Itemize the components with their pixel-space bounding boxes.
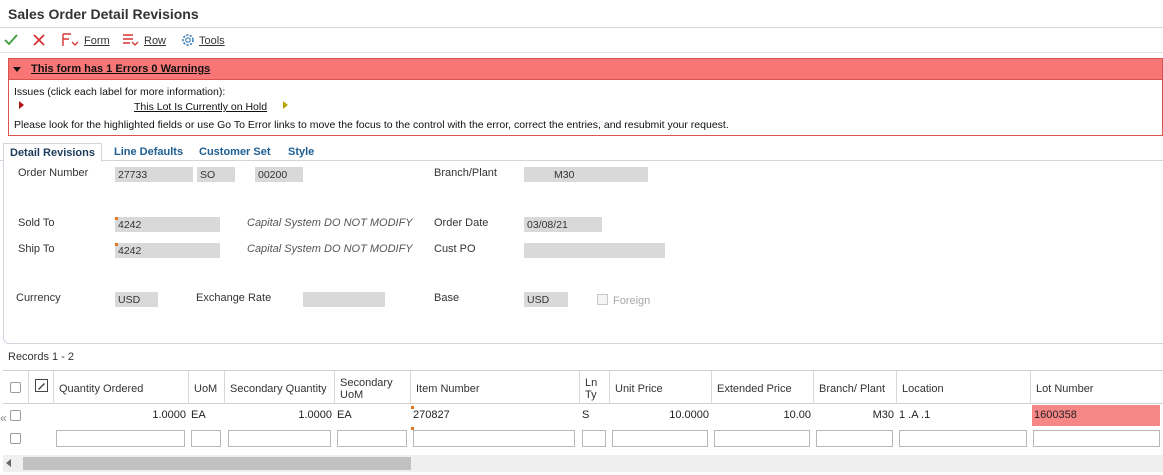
page-title: Sales Order Detail Revisions (8, 6, 199, 22)
col-location[interactable]: Location (897, 371, 1031, 404)
col-lot-number[interactable]: Lot Number (1031, 371, 1163, 404)
expand-panel-icon[interactable]: « (0, 411, 7, 425)
row-menu-button[interactable]: Row (121, 32, 166, 50)
col-unit-price[interactable]: Unit Price (610, 371, 712, 404)
cell-uom[interactable]: EA (189, 405, 225, 426)
cust-po-label: Cust PO (434, 243, 476, 255)
cancel-button[interactable] (31, 32, 47, 50)
ok-button[interactable] (3, 32, 19, 50)
checkmark-icon (3, 32, 19, 51)
cell-branch-plant[interactable]: M30 (814, 405, 897, 426)
base-label: Base (434, 292, 460, 304)
order-type-field: SO (197, 167, 235, 182)
row-checkbox-empty[interactable] (10, 433, 21, 444)
col-uom[interactable]: UoM (189, 371, 225, 404)
row-checkbox[interactable] (10, 410, 21, 421)
col-line-type[interactable]: Ln Ty (580, 371, 610, 404)
order-date-label: Order Date (434, 217, 489, 229)
tab-detail-revisions[interactable]: Detail Revisions (3, 143, 102, 162)
input-unit-price[interactable] (612, 430, 708, 447)
form-menu-button[interactable]: Form (61, 32, 110, 50)
expand-arrow-icon[interactable] (19, 101, 24, 109)
branch-plant-field: M30 (524, 167, 648, 182)
cell-item-number[interactable]: 270827 (411, 405, 580, 426)
foreign-label: Foreign (613, 295, 651, 307)
close-icon (31, 32, 47, 51)
sold-to-field[interactable]: 4242 (115, 217, 220, 232)
detail-grid: Quantity Ordered UoM Secondary Quantity … (3, 370, 1163, 452)
ship-to-name: Capital System DO NOT MODIFY (247, 243, 413, 255)
cell-quantity-ordered[interactable]: 1.0000 (54, 405, 189, 426)
horizontal-scrollbar[interactable] (3, 455, 1163, 472)
input-uom[interactable] (191, 430, 221, 447)
input-line-type[interactable] (582, 430, 606, 447)
select-all-header (3, 371, 29, 404)
currency-label: Currency (16, 292, 61, 304)
row-exit-icon (121, 32, 141, 51)
issue-link[interactable]: This Lot Is Currently on Hold (134, 101, 267, 113)
col-extended-price[interactable]: Extended Price (712, 371, 814, 404)
edit-icon[interactable] (34, 378, 49, 396)
tab-style[interactable]: Style (282, 143, 320, 162)
form-exit-icon (61, 32, 81, 51)
cust-po-field (524, 243, 665, 258)
ship-to-label: Ship To (18, 243, 55, 255)
scroll-left-icon[interactable] (6, 459, 11, 467)
error-header[interactable]: This form has 1 Errors 0 Warnings (9, 59, 1162, 80)
go-to-error-icon[interactable] (283, 101, 288, 109)
collapse-triangle-icon[interactable] (13, 66, 21, 72)
input-secondary-quantity[interactable] (228, 430, 331, 447)
toolbar: Form Row Tools (0, 29, 1163, 53)
ship-to-field[interactable]: 4242 (115, 243, 220, 258)
select-all-checkbox[interactable] (10, 381, 21, 393)
currency-field: USD (115, 292, 158, 307)
col-item-number[interactable]: Item Number (411, 371, 580, 404)
col-branch-plant[interactable]: Branch/ Plant (814, 371, 897, 404)
scrollbar-thumb[interactable] (23, 457, 411, 470)
order-number-label: Order Number (18, 167, 89, 179)
tools-menu-button[interactable]: Tools (180, 32, 225, 50)
col-secondary-quantity[interactable]: Secondary Quantity (225, 371, 335, 404)
foreign-checkbox[interactable] (597, 294, 608, 305)
input-location[interactable] (899, 430, 1027, 447)
base-field: USD (524, 292, 568, 307)
sold-to-label: Sold To (18, 217, 55, 229)
tools-menu-label: Tools (199, 35, 225, 47)
cell-lot-number-error[interactable]: 1600358 (1032, 405, 1160, 426)
error-panel: This form has 1 Errors 0 Warnings Issues… (8, 58, 1163, 136)
tab-customer-set[interactable]: Customer Set (193, 143, 277, 162)
error-summary[interactable]: This form has 1 Errors 0 Warnings (31, 63, 210, 75)
order-date-field: 03/08/21 (524, 217, 602, 232)
row-action-header (29, 371, 54, 404)
cell-line-type[interactable]: S (580, 405, 610, 426)
order-number-field: 27733 (115, 167, 193, 182)
cell-secondary-quantity[interactable]: 1.0000 (225, 405, 335, 426)
input-lot-number[interactable] (1033, 430, 1160, 447)
input-item-number[interactable] (413, 430, 575, 447)
cell-unit-price[interactable]: 10.0000 (610, 405, 712, 426)
input-extended-price[interactable] (714, 430, 810, 447)
col-secondary-uom[interactable]: Secondary UoM (335, 371, 411, 404)
order-company-field: 00200 (255, 167, 303, 182)
title-bar: Sales Order Detail Revisions (0, 0, 1163, 28)
tab-line-defaults[interactable]: Line Defaults (108, 143, 189, 162)
input-secondary-uom[interactable] (337, 430, 407, 447)
error-instructions: Please look for the highlighted fields o… (14, 119, 729, 131)
exchange-rate-label: Exchange Rate (196, 292, 272, 304)
sold-to-name: Capital System DO NOT MODIFY (247, 217, 413, 229)
exchange-rate-field (303, 292, 385, 307)
input-quantity-ordered[interactable] (56, 430, 185, 447)
input-branch-plant[interactable] (816, 430, 893, 447)
cell-secondary-uom[interactable]: EA (335, 405, 411, 426)
gear-icon (180, 32, 196, 51)
form-menu-label: Form (84, 35, 110, 47)
row-menu-label: Row (144, 35, 167, 47)
issues-label: Issues (click each label for more inform… (14, 86, 226, 98)
cell-location[interactable]: 1 .A .1 (897, 405, 1031, 426)
records-count: Records 1 - 2 (8, 351, 75, 363)
cell-extended-price[interactable]: 10.00 (712, 405, 814, 426)
branch-plant-label: Branch/Plant (434, 167, 497, 179)
col-quantity-ordered[interactable]: Quantity Ordered (54, 371, 189, 404)
tab-bar: Detail Revisions Line Defaults Customer … (0, 141, 1163, 162)
